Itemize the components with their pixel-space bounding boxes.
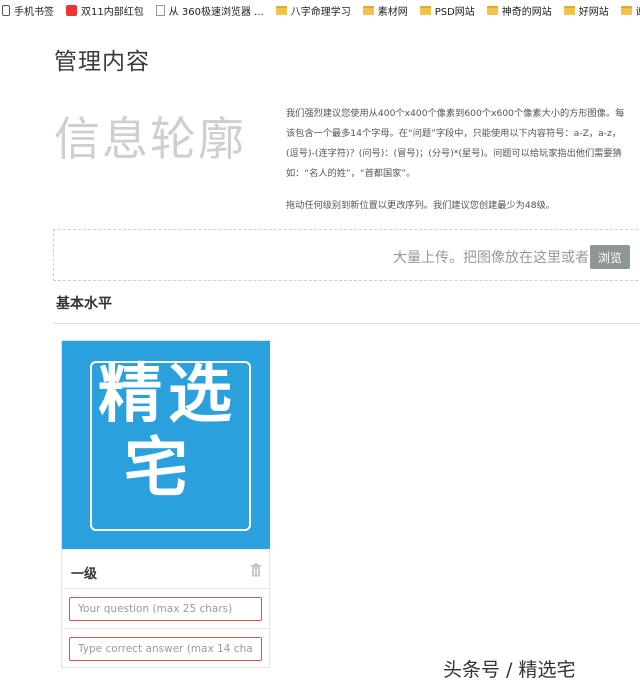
folder-icon bbox=[620, 5, 632, 15]
question-input[interactable] bbox=[69, 597, 262, 621]
trash-icon[interactable] bbox=[250, 563, 262, 577]
image-glyph: 精 bbox=[98, 358, 162, 432]
bulk-upload-dropzone[interactable]: 大量上传。把图像放在这里或者 浏览 bbox=[53, 229, 640, 281]
file-icon bbox=[155, 4, 165, 16]
folder-icon bbox=[275, 5, 287, 15]
bookmark-folder[interactable]: PSD网站 bbox=[419, 3, 475, 18]
divider bbox=[53, 323, 640, 324]
folder-icon bbox=[486, 5, 498, 15]
bookmarks-bar: 手机书签 双11内部红包 从 360极速浏览器 ... 八字命理学习 素材网 P… bbox=[0, 0, 640, 20]
red-envelope-icon bbox=[66, 4, 77, 16]
bookmark-item[interactable]: 双11内部红包 bbox=[66, 3, 144, 18]
answer-row bbox=[62, 629, 270, 669]
instructions-text: 我们强烈建议您使用从400个x400个像素到600个x600个像素大小的方形图像… bbox=[286, 108, 625, 211]
watermark: 头条号 / 精选宅 bbox=[443, 659, 576, 681]
level-header: 一级 bbox=[62, 549, 270, 589]
profile-title: 信息轮廓 bbox=[54, 112, 246, 166]
level-image[interactable]: 精 选 宅 bbox=[62, 341, 270, 549]
section-title: 基本水平 bbox=[56, 296, 112, 312]
folder-icon bbox=[419, 5, 431, 15]
bookmark-folder[interactable]: 神奇的网站 bbox=[486, 3, 552, 18]
level-card[interactable]: 精 选 宅 一级 bbox=[61, 340, 270, 668]
image-glyph: 宅 bbox=[124, 432, 188, 506]
phone-icon bbox=[2, 4, 10, 16]
bookmark-folder[interactable]: 好网站 bbox=[563, 3, 609, 18]
folder-icon bbox=[563, 5, 575, 15]
level-label: 一级 bbox=[71, 567, 98, 582]
folder-icon bbox=[362, 5, 374, 15]
question-row bbox=[62, 589, 270, 629]
page-title: 管理内容 bbox=[54, 49, 150, 75]
bookmark-item[interactable]: 手机书签 bbox=[2, 3, 54, 18]
bookmark-item[interactable]: 从 360极速浏览器 ... bbox=[155, 3, 264, 18]
dropzone-text: 大量上传。把图像放在这里或者 bbox=[393, 250, 589, 266]
browse-button[interactable]: 浏览 bbox=[590, 245, 630, 269]
bookmark-folder[interactable]: 八字命理学习 bbox=[275, 3, 351, 18]
answer-input[interactable] bbox=[69, 637, 262, 661]
bookmark-folder[interactable]: 素材网 bbox=[362, 3, 408, 18]
image-glyph: 选 bbox=[168, 358, 232, 432]
bookmark-folder[interactable]: 谢 bbox=[620, 3, 640, 18]
